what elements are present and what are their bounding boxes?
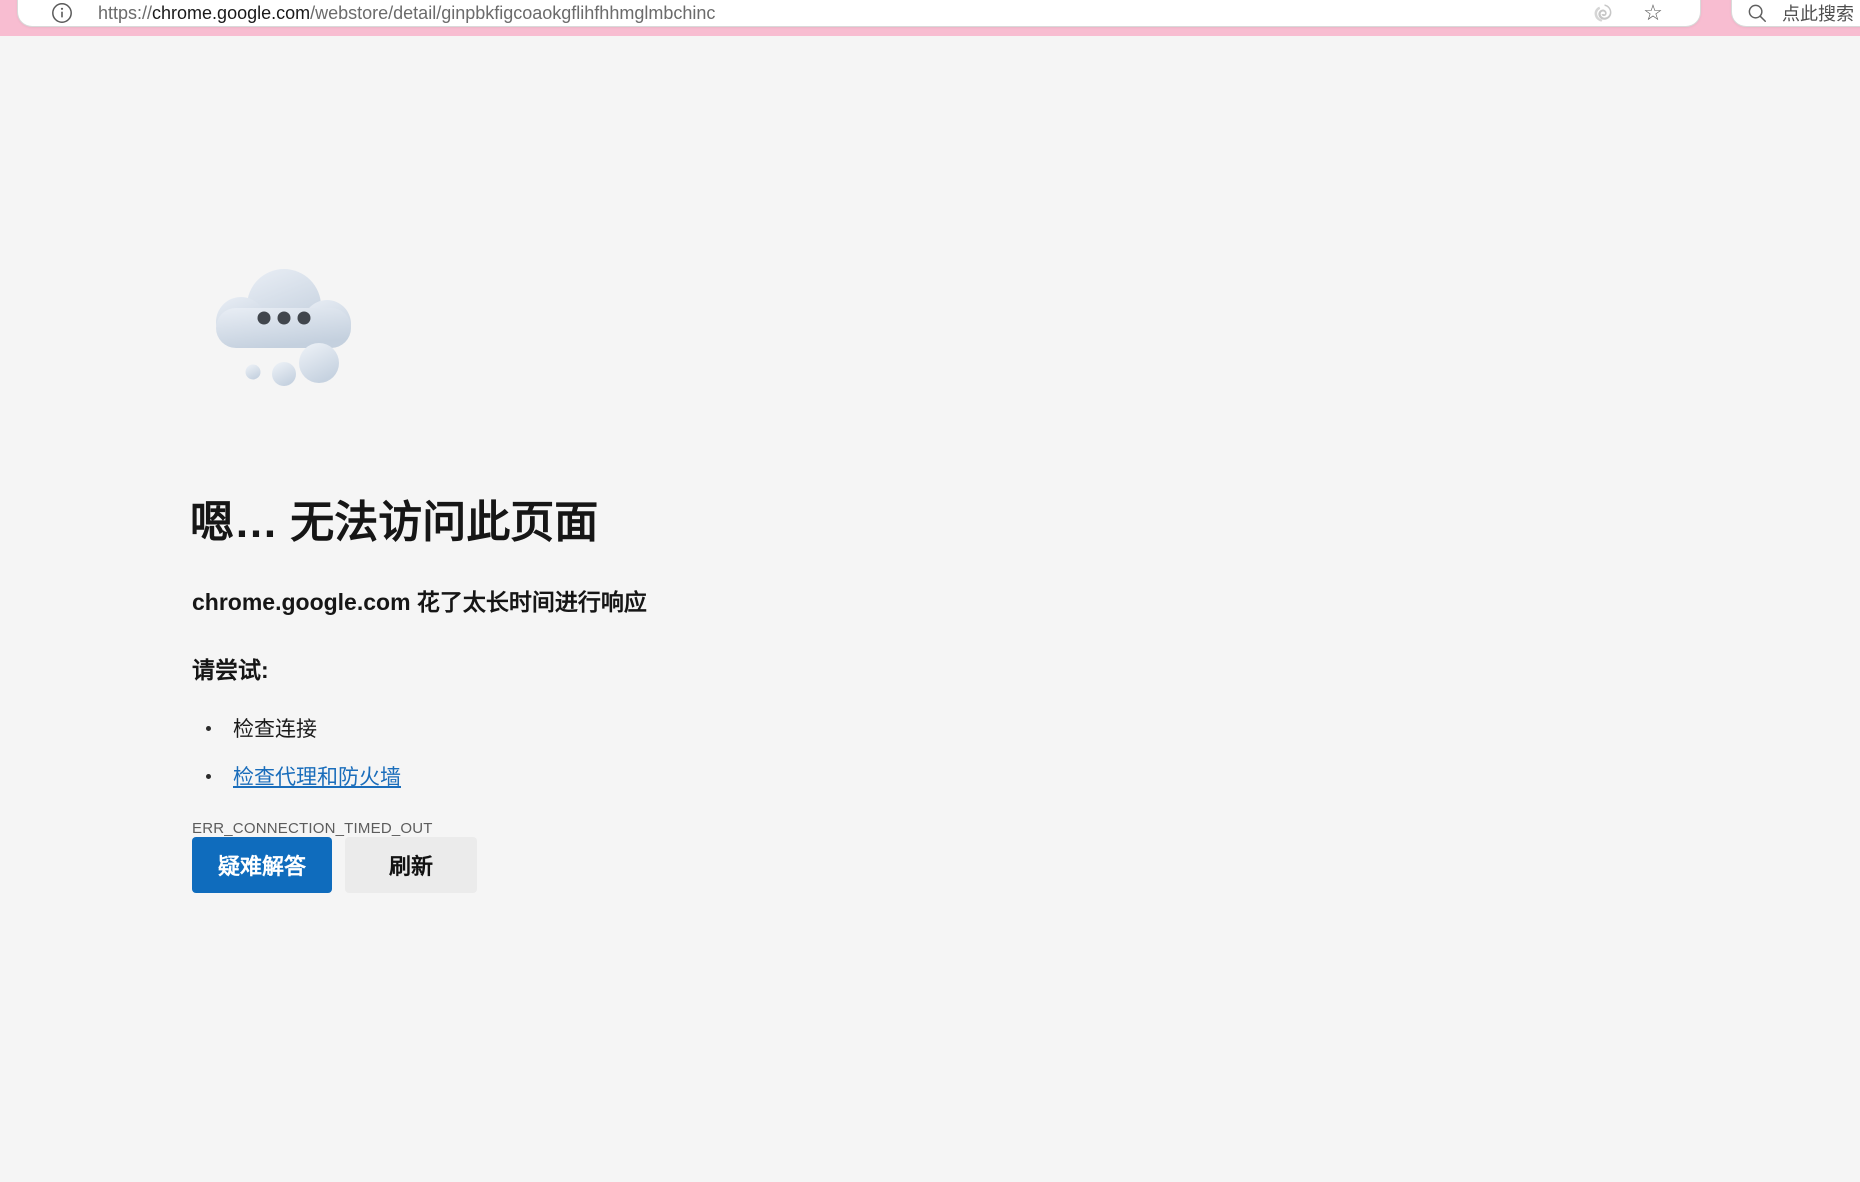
error-code: ERR_CONNECTION_TIMED_OUT xyxy=(192,820,433,837)
suggestions-list: 检查连接 检查代理和防火墙 xyxy=(192,704,401,800)
url-domain: chrome.google.com xyxy=(152,3,310,23)
troubleshoot-button[interactable]: 疑难解答 xyxy=(192,837,332,893)
search-icon xyxy=(1746,2,1768,24)
address-bar[interactable]: https://chrome.google.com/webstore/detai… xyxy=(18,0,1700,26)
suggestion-label: 检查连接 xyxy=(233,713,317,743)
browser-topbar: https://chrome.google.com/webstore/detai… xyxy=(0,0,1860,36)
url-scheme: https:// xyxy=(98,3,152,23)
error-actions: 疑难解答 刷新 xyxy=(192,837,477,893)
suggestion-check-connection: 检查连接 xyxy=(192,704,401,752)
error-title: 嗯… 无法访问此页面 xyxy=(190,498,598,549)
copilot-swirl-icon[interactable] xyxy=(1592,2,1614,24)
url-text[interactable]: https://chrome.google.com/webstore/detai… xyxy=(98,3,1592,24)
search-box[interactable]: 点此搜索 xyxy=(1732,0,1860,26)
proxy-firewall-link[interactable]: 检查代理和防火墙 xyxy=(233,761,401,791)
url-path: /webstore/detail/ginpbkfigcoaokgflihfhhm… xyxy=(310,3,715,23)
bullet-dot xyxy=(206,774,211,779)
browser-window: https://chrome.google.com/webstore/detai… xyxy=(0,0,1860,1182)
site-info-icon[interactable] xyxy=(50,1,74,25)
suggestion-check-proxy-firewall: 检查代理和防火墙 xyxy=(192,752,401,800)
search-placeholder: 点此搜索 xyxy=(1782,0,1854,26)
error-subtitle: chrome.google.com 花了太长时间进行响应 xyxy=(192,588,647,618)
bullet-dot xyxy=(206,726,211,731)
refresh-button[interactable]: 刷新 xyxy=(345,837,477,893)
favorite-star-icon[interactable]: ☆ xyxy=(1642,1,1664,25)
suggestions-heading: 请尝试: xyxy=(192,656,269,686)
error-page: 嗯… 无法访问此页面 chrome.google.com 花了太长时间进行响应 … xyxy=(0,36,1860,1182)
cloud-snow-illustration xyxy=(210,266,362,388)
